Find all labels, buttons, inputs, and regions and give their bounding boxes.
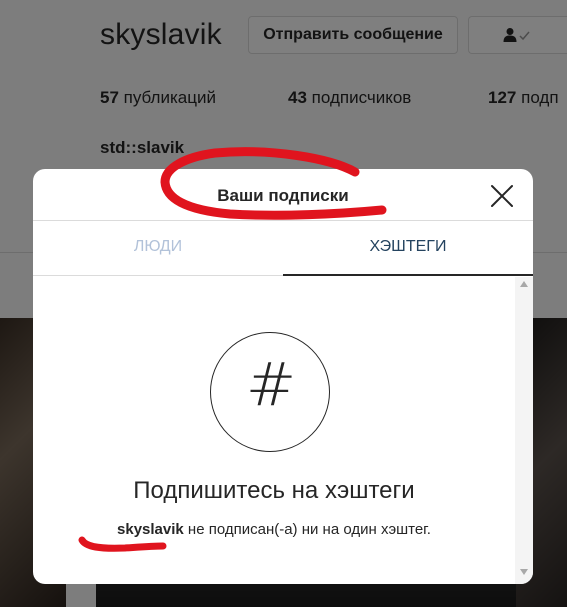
empty-state-title: Подпишитесь на хэштеги xyxy=(133,477,415,504)
modal-header: Ваши подписки xyxy=(33,169,533,221)
empty-state-description: skyslavik не подписан(-а) ни на один хэш… xyxy=(117,521,431,538)
following-modal: Ваши подписки ЛЮДИ ХЭШТЕГИ # Подпишитесь… xyxy=(33,169,533,584)
scroll-up-arrow-icon[interactable] xyxy=(520,281,528,287)
modal-title: Ваши подписки xyxy=(217,186,349,205)
scrollbar[interactable] xyxy=(515,277,533,584)
close-icon xyxy=(491,185,513,207)
modal-tabs: ЛЮДИ ХЭШТЕГИ xyxy=(33,222,533,276)
hashtag-icon: # xyxy=(210,332,330,452)
empty-state-username[interactable]: skyslavik xyxy=(117,521,184,538)
tab-people[interactable]: ЛЮДИ xyxy=(33,222,283,276)
close-button[interactable] xyxy=(485,179,519,213)
hashtags-empty-state: # Подпишитесь на хэштеги skyslavik не по… xyxy=(33,277,515,584)
scroll-down-arrow-icon[interactable] xyxy=(520,569,528,575)
tab-hashtags[interactable]: ХЭШТЕГИ xyxy=(283,222,533,276)
